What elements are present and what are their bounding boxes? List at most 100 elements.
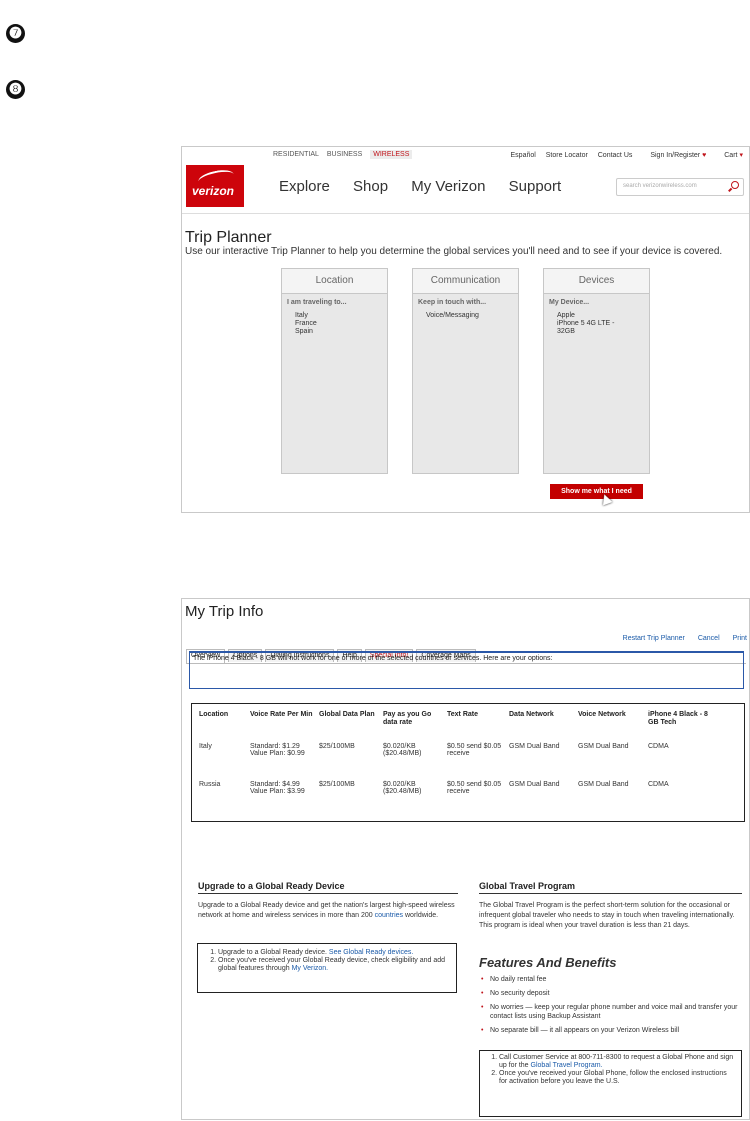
nav-shop[interactable]: Shop <box>353 178 388 195</box>
cancel-link[interactable]: Cancel <box>698 635 720 642</box>
search-icon[interactable] <box>731 181 739 189</box>
table-row: Russia Standard: $4.99 Value Plan: $3.99… <box>199 781 718 819</box>
upgrade-divider <box>198 893 458 894</box>
features-list: No daily rental fee No security deposit … <box>479 975 749 1040</box>
col-location: Location <box>199 711 229 718</box>
upgrade-step-1-text: Upgrade to a Global Ready device. <box>218 949 329 956</box>
feature-item: No separate bill — it all appears on you… <box>481 1026 749 1035</box>
page-title: My Trip Info <box>185 603 264 620</box>
upgrade-section-title: Upgrade to a Global Ready Device <box>198 881 345 891</box>
restart-trip-planner-link[interactable]: Restart Trip Planner <box>623 635 685 642</box>
trip-info-screenshot: My Trip Info Restart Trip Planner Cancel… <box>181 598 750 1120</box>
step-7-marker: ❼ <box>6 24 25 43</box>
cell-device-tech: CDMA <box>648 743 669 750</box>
col-global-data-plan: Global Data Plan <box>319 711 375 718</box>
upgrade-step-1: Upgrade to a Global Ready device. See Gl… <box>218 949 450 957</box>
nav-support[interactable]: Support <box>509 178 562 195</box>
link-store-locator[interactable]: Store Locator <box>546 152 588 159</box>
cell-location: Russia <box>199 781 221 788</box>
cell-data-network: GSM Dual Band <box>509 781 560 788</box>
cell-location: Italy <box>199 743 212 750</box>
communication-prompt: Keep in touch with... <box>418 299 487 306</box>
cell-payg-rate: $0.020/KB ($20.48/MB) <box>383 743 422 757</box>
top-nav: RESIDENTIAL BUSINESS WIRELESS <box>273 150 418 159</box>
device-item: iPhone 5 4G LTE - <box>557 320 615 327</box>
step-8-marker: ❽ <box>6 80 25 99</box>
col-voice-rate: Voice Rate Per Min <box>250 711 313 718</box>
col-device-tech: iPhone 4 Black - 8 GB Tech <box>648 711 708 726</box>
location-item: Spain <box>295 328 313 335</box>
gtp-step-1: Call Customer Service at 800-711-8300 to… <box>499 1054 735 1070</box>
print-link[interactable]: Print <box>733 635 747 642</box>
location-panel[interactable]: Location I am traveling to... Italy Fran… <box>281 268 388 474</box>
gtp-step-2: Once you've received your Global Phone, … <box>499 1070 735 1086</box>
link-sign-in[interactable]: Sign In/Register ♥ <box>642 152 706 159</box>
upgrade-step-2-text: Once you've received your Global Ready d… <box>218 957 446 972</box>
cell-voice-rate: Standard: $4.99 Value Plan: $3.99 <box>250 781 305 795</box>
nav-wireless[interactable]: WIRELESS <box>370 150 413 159</box>
link-espanol[interactable]: Español <box>511 152 536 159</box>
devices-panel[interactable]: Devices My Device... Apple iPhone 5 4G L… <box>543 268 650 474</box>
rates-table: Location Voice Rate Per Min Global Data … <box>199 711 718 819</box>
nav-explore[interactable]: Explore <box>279 178 330 195</box>
sign-in-label: Sign In/Register <box>650 152 701 159</box>
nav-residential[interactable]: RESIDENTIAL <box>273 151 319 158</box>
user-icon: ♥ <box>702 152 707 159</box>
cell-voice-network: GSM Dual Band <box>578 781 629 788</box>
my-verizon-link[interactable]: My Verizon. <box>292 965 329 972</box>
countries-link[interactable]: countries <box>375 912 403 919</box>
rates-table-box: Location Voice Rate Per Min Global Data … <box>191 703 745 822</box>
link-contact-us[interactable]: Contact Us <box>598 152 633 159</box>
link-cart[interactable]: Cart ▾ <box>716 152 743 159</box>
table-row: Italy Standard: $1.29 Value Plan: $0.99 … <box>199 743 718 781</box>
utility-nav: Español Store Locator Contact Us Sign In… <box>503 151 743 159</box>
cell-voice-rate: Standard: $1.29 Value Plan: $0.99 <box>250 743 305 757</box>
feature-item: No daily rental fee <box>481 975 749 984</box>
cell-payg-rate: $0.020/KB ($20.48/MB) <box>383 781 422 795</box>
communication-panel[interactable]: Communication Keep in touch with... Voic… <box>412 268 519 474</box>
logo-text: verizon <box>192 184 235 198</box>
nav-my-verizon[interactable]: My Verizon <box>411 178 485 195</box>
gtp-steps-box: Call Customer Service at 800-711-8300 to… <box>479 1050 742 1117</box>
location-item: Italy <box>295 312 308 319</box>
upgrade-text-b: worldwide. <box>403 912 439 919</box>
gtp-description: The Global Travel Program is the perfect… <box>479 902 735 929</box>
device-item: 32GB <box>557 328 575 335</box>
cart-label: Cart <box>724 152 738 159</box>
col-data-network: Data Network <box>509 711 554 718</box>
cell-data-plan: $25/100MB <box>319 743 355 750</box>
table-header-row: Location Voice Rate Per Min Global Data … <box>199 711 718 743</box>
devices-header: Devices <box>544 269 649 294</box>
gtp-divider <box>479 893 742 894</box>
cart-icon: ▾ <box>739 152 743 159</box>
cell-text-rate: $0.50 send $0.05 receive <box>447 743 502 757</box>
location-item: France <box>295 320 317 327</box>
show-me-what-i-need-button[interactable]: Show me what I need <box>550 484 643 499</box>
device-item: Apple <box>557 312 575 319</box>
nav-business[interactable]: BUSINESS <box>327 151 362 158</box>
feature-item: No security deposit <box>481 989 749 998</box>
main-nav: Explore Shop My Verizon Support <box>279 178 580 195</box>
cell-device-tech: CDMA <box>648 781 669 788</box>
upgrade-step-2: Once you've received your Global Ready d… <box>218 957 450 973</box>
cell-data-plan: $25/100MB <box>319 781 355 788</box>
communication-item: Voice/Messaging <box>426 312 479 319</box>
gtp-section-title: Global Travel Program <box>479 881 576 891</box>
search-input[interactable]: search verizonwireless.com <box>616 178 744 196</box>
upgrade-steps-box: Upgrade to a Global Ready device. See Gl… <box>197 943 457 993</box>
global-travel-program-link[interactable]: Global Travel Program. <box>531 1062 603 1069</box>
device-notice: The iPhone 4 Black - 8 GB will not work … <box>189 651 744 689</box>
page-description: Use our interactive Trip Planner to help… <box>185 246 723 257</box>
page-title: Trip Planner <box>185 229 272 246</box>
search-placeholder: search verizonwireless.com <box>623 183 697 189</box>
col-text-rate: Text Rate <box>447 711 478 718</box>
upgrade-description: Upgrade to a Global Ready device and get… <box>198 901 458 921</box>
col-payg-rate: Pay as you Go data rate <box>383 711 432 726</box>
cell-data-network: GSM Dual Band <box>509 743 560 750</box>
devices-prompt: My Device... <box>549 299 590 306</box>
features-title: Features And Benefits <box>479 955 617 970</box>
global-ready-devices-link[interactable]: See Global Ready devices. <box>329 949 413 956</box>
trip-planner-screenshot: verizon RESIDENTIAL BUSINESS WIRELESS Es… <box>181 146 750 513</box>
location-prompt: I am traveling to... <box>287 299 347 306</box>
verizon-logo[interactable]: verizon <box>186 165 244 207</box>
